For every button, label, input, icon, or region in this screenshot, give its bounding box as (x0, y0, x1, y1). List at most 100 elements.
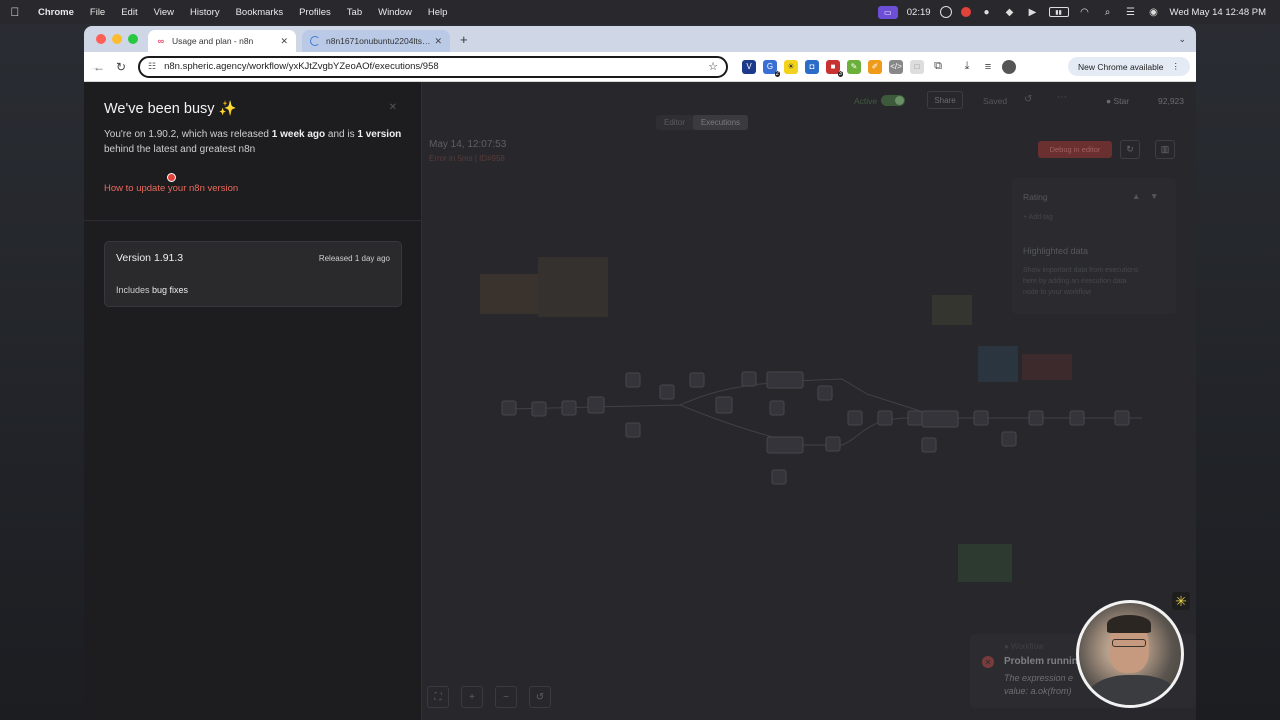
control-center-icon[interactable]: ☰ (1124, 6, 1138, 18)
menu-view[interactable]: View (146, 7, 182, 18)
media-control-icon[interactable]: ≡ (981, 59, 995, 74)
extension-blank-icon[interactable]: □ (910, 59, 924, 74)
page-content: We've been busy ✨ ✕ You're on 1.90.2, wh… (84, 82, 1196, 720)
menu-app-name[interactable]: Chrome (30, 7, 82, 18)
workflow-node (531, 401, 547, 417)
workflow-node (973, 410, 989, 426)
mouse-cursor-indicator (167, 173, 176, 182)
version-name: Version 1.91.3 (116, 252, 184, 264)
site-settings-icon[interactable]: ☷ (148, 61, 156, 72)
address-bar[interactable]: ☷ n8n.spheric.agency/workflow/yxKJtZvgbY… (138, 55, 728, 78)
vpn-icon[interactable]: ◆ (1003, 6, 1017, 18)
presenter-hair (1107, 615, 1151, 633)
workflow-node (587, 396, 605, 414)
workflow-node (625, 372, 641, 388)
tab-search-chevron-icon[interactable]: ⌄ (1168, 34, 1196, 52)
workflow-node (769, 400, 785, 416)
menu-tab[interactable]: Tab (339, 7, 370, 18)
tab-usage-and-plan[interactable]: ∞ Usage and plan - n8n ✕ (148, 30, 296, 52)
extension-code-icon[interactable]: </> (889, 59, 903, 74)
extension-leaf-icon[interactable]: ✎ (847, 59, 861, 74)
extension-pencil-icon[interactable]: ✐ (868, 59, 882, 74)
battery-icon[interactable]: ▮▮ (1048, 7, 1069, 17)
menu-file[interactable]: File (82, 7, 113, 18)
fullscreen-window-button[interactable] (128, 34, 138, 44)
toast-shadow-line: ● Workflow (1004, 642, 1044, 651)
record-icon[interactable] (960, 7, 971, 17)
menu-help[interactable]: Help (420, 7, 456, 18)
macos-menubar:  Chrome File Edit View History Bookmark… (0, 0, 1280, 24)
reload-button[interactable]: ↻ (110, 60, 132, 74)
new-chrome-available-button[interactable]: New Chrome available ⋮ (1067, 57, 1190, 76)
kebab-menu-icon[interactable]: ⋮ (1172, 61, 1181, 72)
minimize-window-button[interactable] (112, 34, 122, 44)
zoom-out-icon[interactable]: − (495, 686, 517, 708)
close-window-button[interactable] (96, 34, 106, 44)
new-tab-button[interactable]: + (450, 32, 478, 52)
apple-icon[interactable]:  (0, 5, 30, 19)
zoom-in-icon[interactable]: + (461, 686, 483, 708)
version-includes: Includes bug fixes (116, 285, 188, 295)
toast-body: The expression e value: a.ok(from) (1004, 672, 1073, 698)
bookmark-star-icon[interactable]: ☆ (708, 60, 718, 73)
profile-avatar[interactable] (1002, 59, 1016, 74)
close-panel-icon[interactable]: ✕ (389, 102, 397, 113)
workflow-node (715, 396, 733, 414)
tab-n8n-server[interactable]: n8n1671onubuntu2204lts-s- ✕ (302, 30, 450, 52)
siri-icon[interactable]: ◉ (1147, 6, 1161, 18)
extension-translate-icon[interactable]: G2 (763, 59, 780, 77)
desc-text: and is (325, 129, 358, 140)
new-chrome-label: New Chrome available (1077, 61, 1164, 72)
forward-button[interactable]: → (84, 62, 106, 72)
version-card[interactable]: Version 1.91.3 Released 1 day ago Includ… (104, 241, 402, 307)
workflow-node (659, 384, 675, 400)
desktop:  Chrome File Edit View History Bookmark… (0, 0, 1280, 720)
fit-view-icon[interactable]: ⛶ (427, 686, 449, 708)
chat-icon[interactable]: ● (980, 6, 994, 18)
menubar-datetime[interactable]: Wed May 14 12:48 PM (1170, 7, 1266, 18)
url-text[interactable]: n8n.spheric.agency/workflow/yxKJtZvgbYZe… (164, 61, 708, 72)
window-controls (84, 34, 148, 52)
sparkle-icon[interactable]: ✳ (1172, 592, 1190, 610)
sticky-note (932, 295, 972, 325)
includes-text: Includes (116, 285, 153, 295)
menu-bookmarks[interactable]: Bookmarks (228, 7, 292, 18)
workflow-node (921, 410, 959, 428)
download-icon[interactable]: ⤓ (960, 59, 974, 74)
workflow-graph (480, 257, 1142, 582)
workflow-node (847, 410, 863, 426)
menu-profiles[interactable]: Profiles (291, 7, 339, 18)
presenter-body (1087, 675, 1179, 705)
pause-icon[interactable] (939, 6, 952, 18)
workflow-node (625, 422, 641, 438)
extension-badge: 2 (774, 70, 780, 77)
sticky-note (480, 274, 540, 314)
extension-red-icon[interactable]: ■ 3 (826, 59, 843, 77)
workflow-node (1001, 431, 1017, 447)
play-icon[interactable]: ▶ (1026, 6, 1040, 18)
toast-body-line: value: a.ok(from) (1004, 686, 1072, 696)
workflow-node (766, 371, 804, 389)
close-tab-icon[interactable]: ✕ (434, 36, 442, 47)
wifi-icon[interactable]: ◠ (1078, 6, 1092, 18)
screen-share-icon[interactable]: ▭ (877, 5, 898, 19)
extensions-puzzle-icon[interactable]: ⧉ (931, 59, 945, 74)
menu-edit[interactable]: Edit (113, 7, 145, 18)
recording-timer: 02:19 (906, 6, 931, 18)
tab-strip: ∞ Usage and plan - n8n ✕ n8n1671onubuntu… (84, 26, 1196, 52)
extension-sun-icon[interactable]: ☀ (784, 59, 798, 74)
menubar-status-area: ▭ 02:19 ● ◆ ▶ ▮▮ ◠ ⌕ ☰ ◉ Wed May 14 12:4… (877, 5, 1280, 19)
presenter-glasses (1112, 639, 1146, 647)
extensions-row: V G2 ☀ ◘ ■ 3 ✎ ✐ </> □ ⧉ ⤓ ≡ (742, 59, 1016, 77)
workflow-node (766, 436, 804, 454)
workflow-node (741, 371, 757, 387)
extension-shield-icon[interactable]: ◘ (805, 59, 819, 74)
spotlight-search-icon[interactable]: ⌕ (1101, 6, 1115, 18)
close-tab-icon[interactable]: ✕ (280, 36, 288, 47)
error-icon: ✕ (982, 656, 994, 668)
update-n8n-link[interactable]: How to update your n8n version (104, 183, 238, 194)
menu-window[interactable]: Window (370, 7, 420, 18)
extension-v-icon[interactable]: V (742, 59, 756, 74)
menu-history[interactable]: History (182, 7, 228, 18)
reset-zoom-icon[interactable]: ↺ (529, 686, 551, 708)
